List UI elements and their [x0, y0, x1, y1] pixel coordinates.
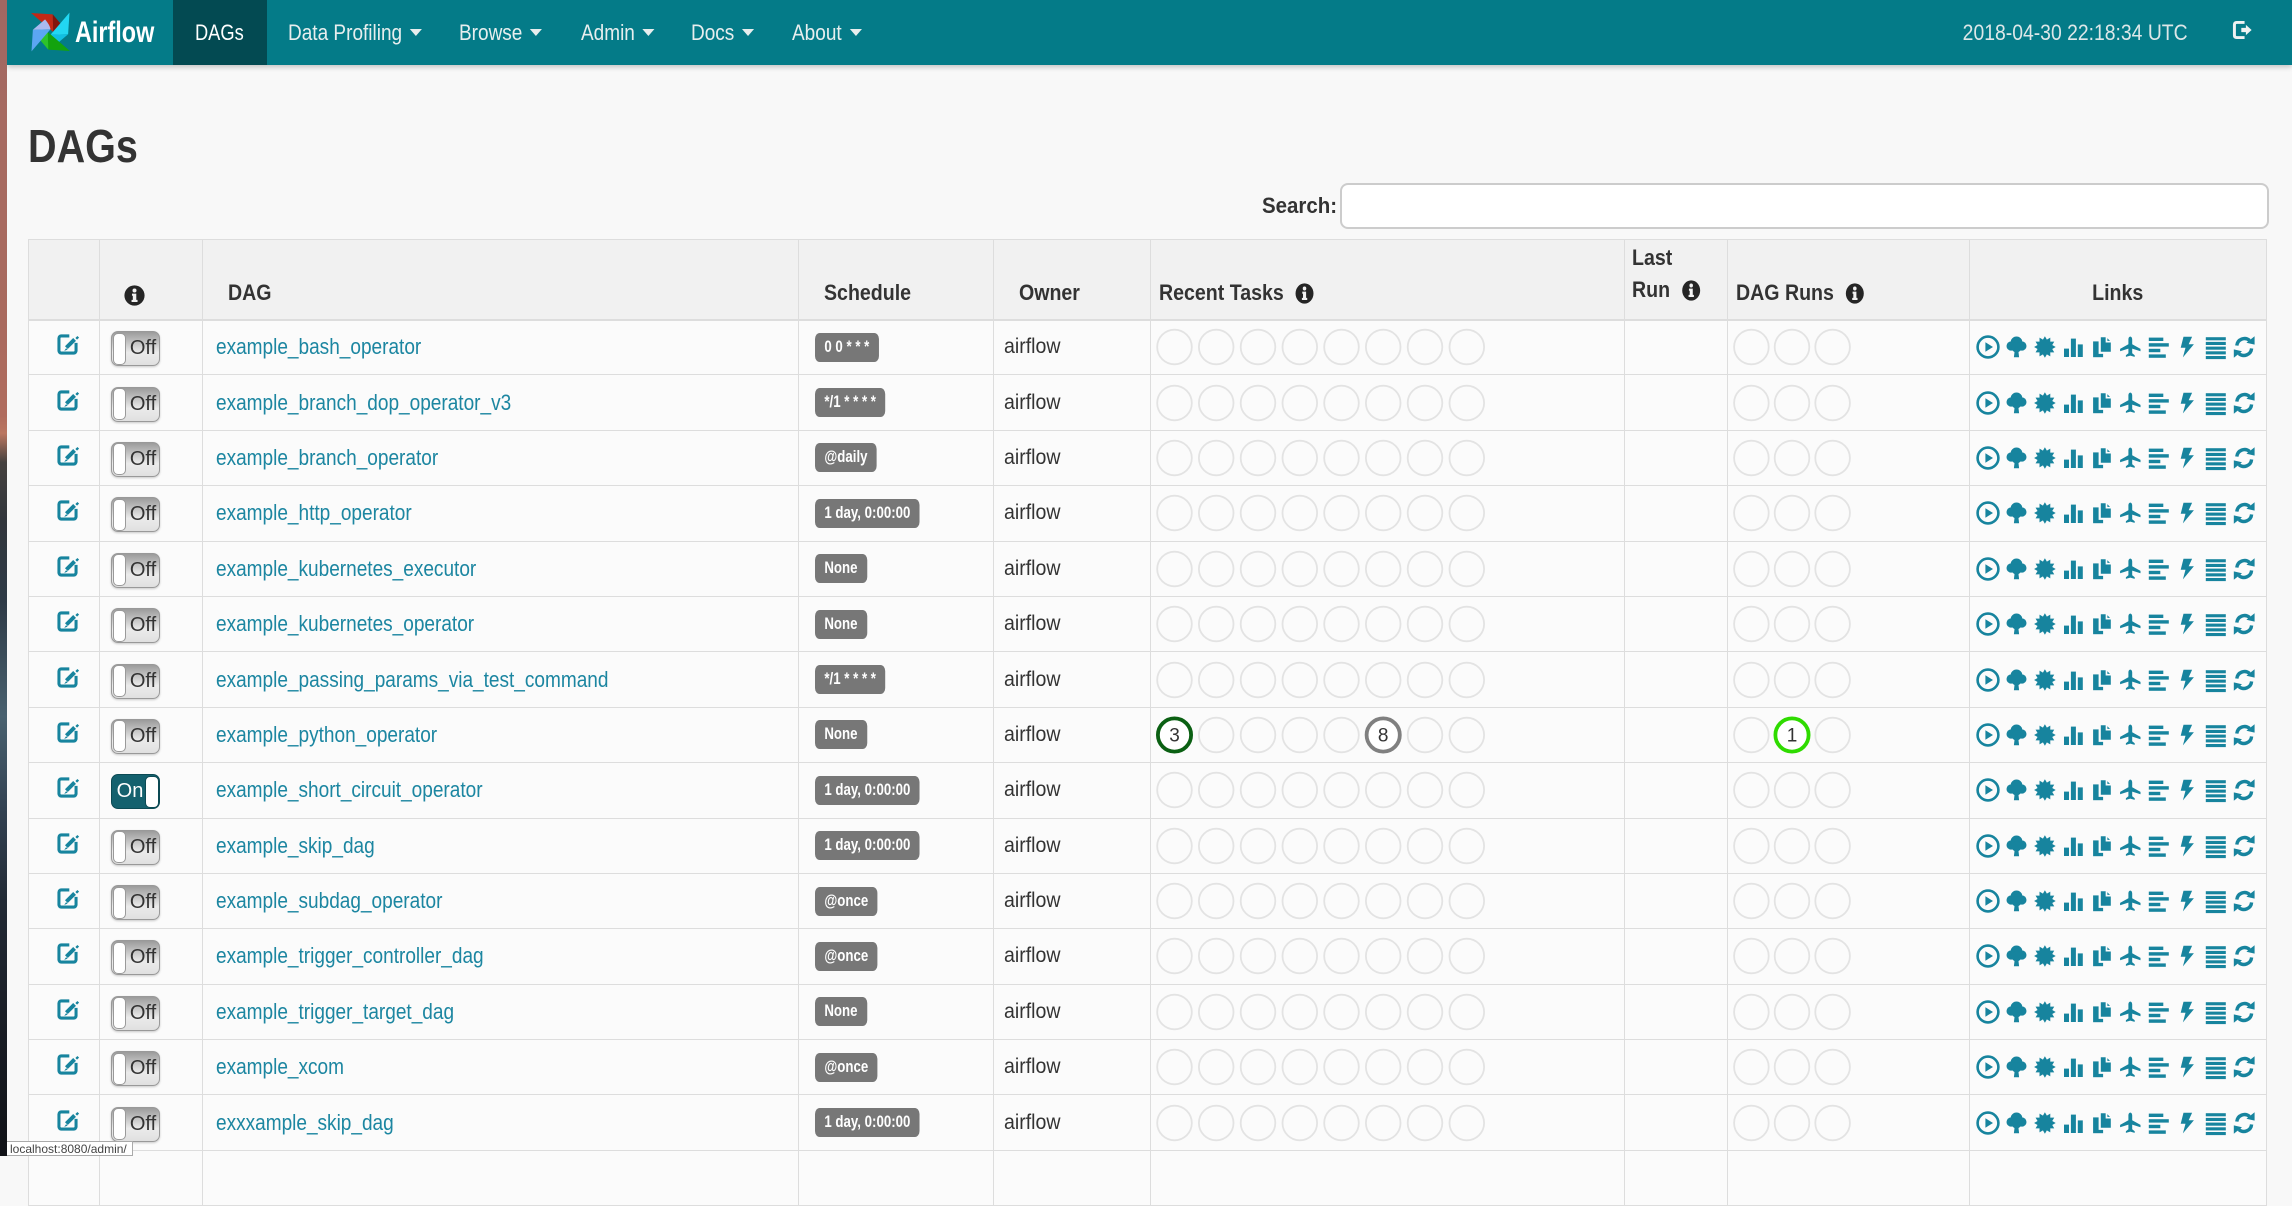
- svg-text:3: 3: [1169, 725, 1180, 746]
- svg-text:1: 1: [1787, 725, 1798, 746]
- svg-text:8: 8: [1377, 725, 1388, 746]
